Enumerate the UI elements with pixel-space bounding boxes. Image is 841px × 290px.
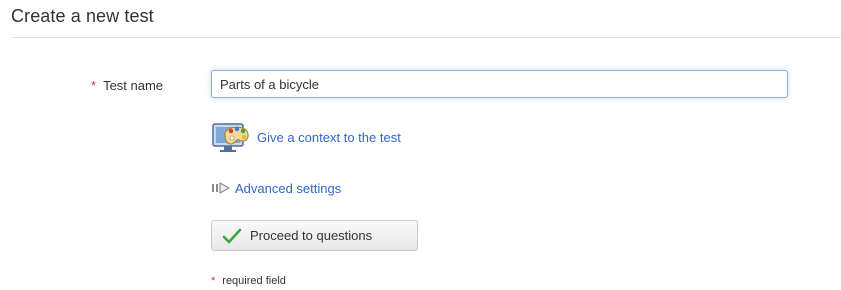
test-name-input[interactable] — [211, 70, 788, 98]
give-context-row[interactable]: Give a context to the test — [211, 120, 401, 154]
required-star: * — [91, 78, 97, 93]
required-note-text: required field — [222, 275, 286, 287]
create-test-page: Create a new test * Test name Give a cont… — [0, 0, 841, 290]
proceed-button-label: Proceed to questions — [250, 228, 373, 243]
arrow-right-icon[interactable] — [211, 180, 233, 196]
palette-monitor-icon[interactable] — [211, 120, 251, 154]
required-note-star: * — [211, 275, 216, 287]
test-name-label-text: Test name — [103, 78, 164, 93]
advanced-settings-row[interactable]: Advanced settings — [211, 179, 341, 197]
give-context-link[interactable]: Give a context to the test — [257, 130, 401, 145]
advanced-settings-link[interactable]: Advanced settings — [235, 181, 341, 196]
required-field-note: * required field — [211, 275, 286, 287]
checkmark-icon — [222, 227, 242, 245]
test-name-label: * Test name — [91, 78, 163, 93]
title-divider — [11, 37, 841, 38]
page-title: Create a new test — [11, 6, 154, 26]
proceed-to-questions-button[interactable]: Proceed to questions — [211, 220, 418, 251]
